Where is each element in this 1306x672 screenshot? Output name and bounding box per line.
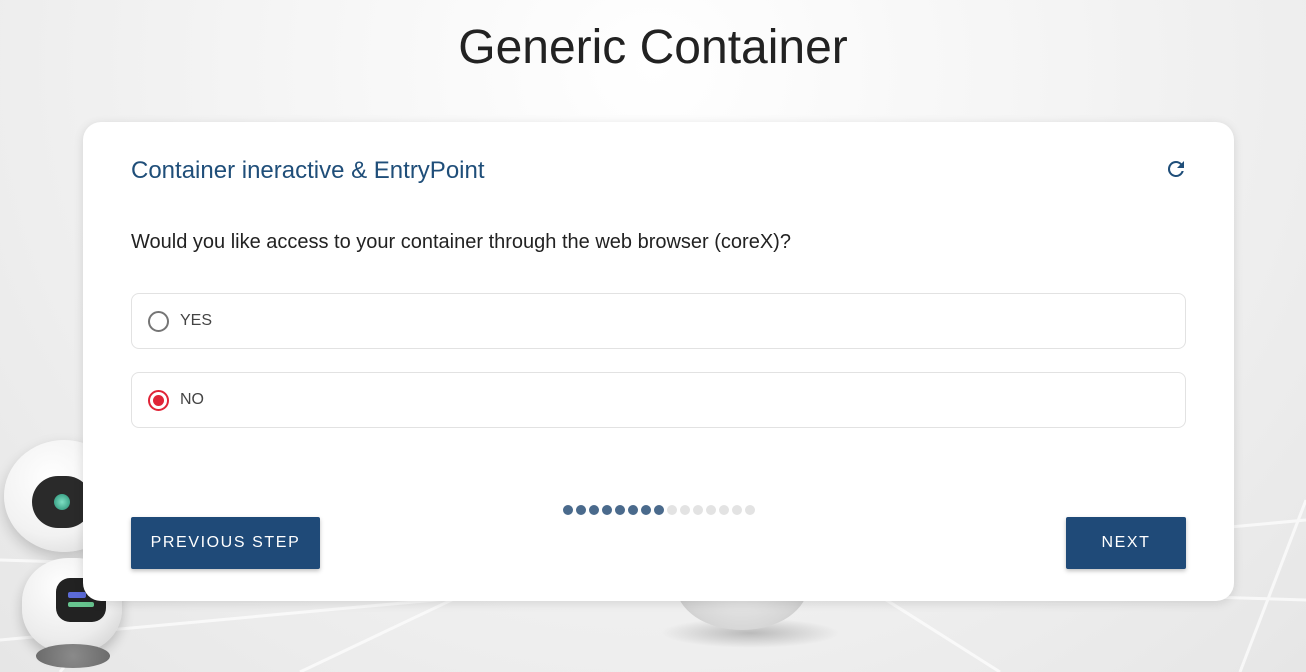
progress-dot [563,505,573,515]
previous-step-button[interactable]: PREVIOUS STEP [131,517,320,569]
wizard-card: Container ineractive & EntryPoint Would … [83,122,1234,601]
robot-chest-bar [68,592,86,598]
progress-dot [576,505,586,515]
progress-dot [654,505,664,515]
progress-dot [732,505,742,515]
radio-yes[interactable] [148,310,169,332]
robot-eye [54,494,70,510]
page-title: Generic Container [458,21,848,74]
step-title: Container ineractive & EntryPoint [131,157,485,184]
radio-no[interactable] [148,389,169,411]
progress-dot [615,505,625,515]
progress-dot [693,505,703,515]
option-no[interactable]: NO [131,372,1186,428]
robot-chest-bar [68,602,94,607]
progress-dot [680,505,690,515]
progress-dot [667,505,677,515]
next-button[interactable]: NEXT [1066,517,1186,569]
question-text: Would you like access to your container … [131,231,791,253]
progress-dot [719,505,729,515]
robot-base-illustration [36,644,110,668]
progress-dot [589,505,599,515]
option-yes-label: YES [180,312,213,329]
progress-dot [745,505,755,515]
progress-stepper [563,505,755,517]
option-yes[interactable]: YES [131,293,1186,349]
progress-dot [641,505,651,515]
option-no-label: NO [180,391,204,408]
progress-dot [706,505,716,515]
refresh-icon [1167,160,1184,177]
progress-dot [602,505,612,515]
refresh-button[interactable] [1163,156,1189,182]
progress-dot [628,505,638,515]
